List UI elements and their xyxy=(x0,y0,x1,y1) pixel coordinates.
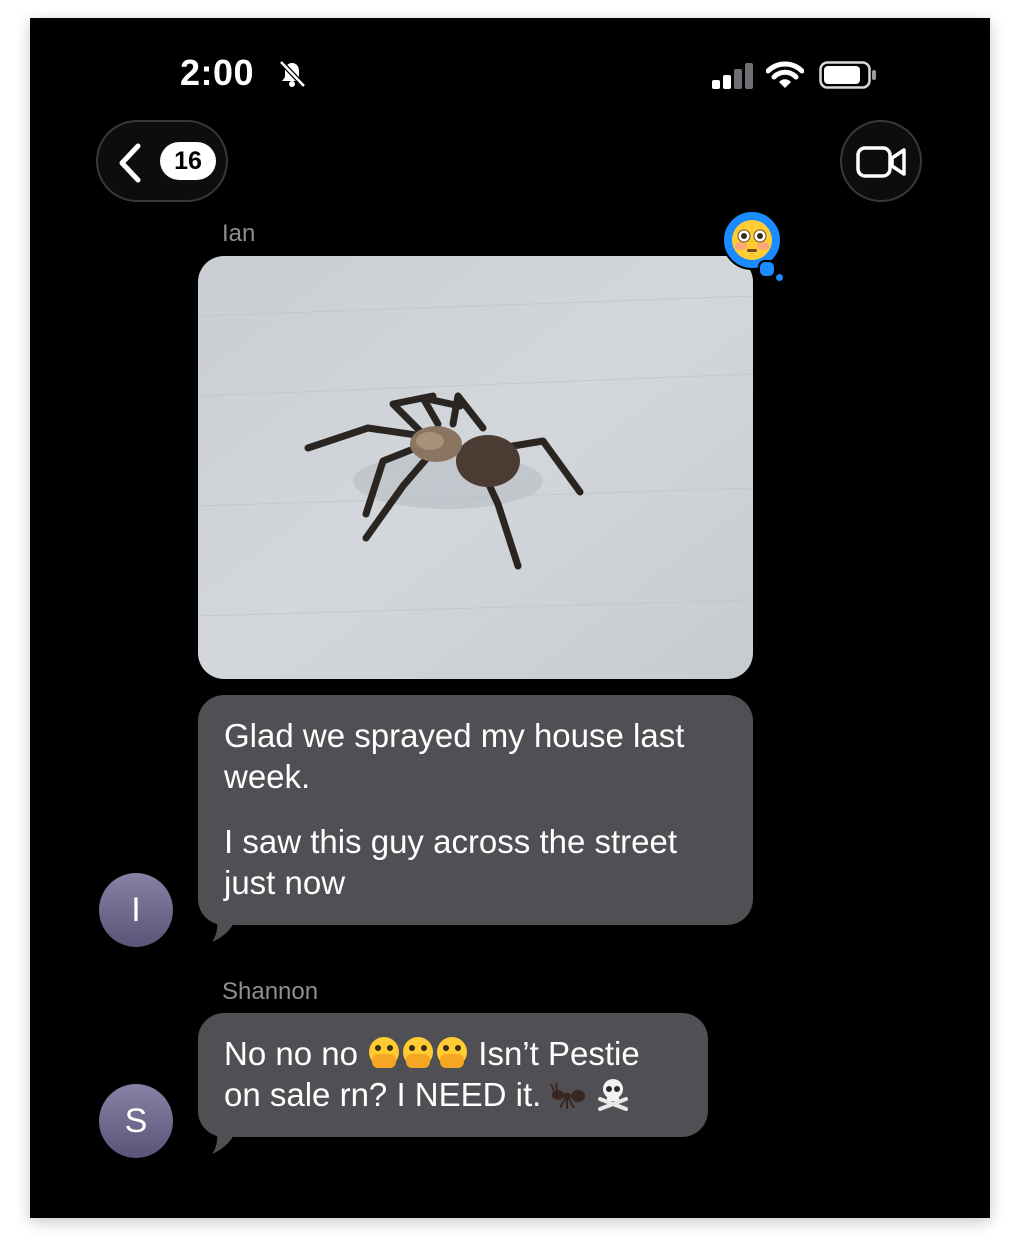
message-text: No no no Isn’t Pestie xyxy=(224,1033,682,1074)
ant-emoji-icon xyxy=(550,1082,586,1109)
chevron-left-icon xyxy=(119,143,141,183)
message-bubble-shannon[interactable]: No no no Isn’t Pestie on sale rn? I NEED… xyxy=(198,1013,708,1137)
face-with-open-eyes-and-hand-over-mouth-emoji-icon xyxy=(403,1037,434,1068)
back-button[interactable]: 16 xyxy=(96,120,228,202)
avatar-shannon[interactable]: S xyxy=(99,1084,173,1158)
message-paragraph: Glad we sprayed my house last week. xyxy=(224,717,685,795)
video-call-button[interactable] xyxy=(840,120,922,202)
video-camera-icon xyxy=(856,146,906,178)
bubble-tail xyxy=(212,1126,238,1154)
sender-name-ian: Ian xyxy=(222,220,256,247)
bell-slash-icon xyxy=(279,60,306,88)
flushed-face-emoji-icon xyxy=(732,220,772,260)
cellular-signal-icon xyxy=(712,63,753,89)
status-time: 2:00 xyxy=(180,52,255,93)
message-text-part: Isn’t Pestie xyxy=(478,1035,640,1072)
tapback-reaction[interactable] xyxy=(722,210,790,288)
face-with-open-eyes-and-hand-over-mouth-emoji-icon xyxy=(369,1037,400,1068)
unread-count-badge: 16 xyxy=(160,142,216,180)
spider-photo[interactable] xyxy=(198,256,753,679)
message-text-part: on sale rn? I NEED it. xyxy=(224,1076,542,1113)
message-bubble-ian[interactable]: Glad we sprayed my house last week. I sa… xyxy=(198,695,753,925)
message-paragraph: I saw this guy across the street just no… xyxy=(224,823,678,901)
message-text-part: No no no xyxy=(224,1035,358,1072)
battery-icon xyxy=(819,61,876,89)
message-text: on sale rn? I NEED it. xyxy=(224,1074,682,1115)
bubble-tail xyxy=(212,914,238,942)
avatar-ian[interactable]: I xyxy=(99,873,173,947)
wifi-icon xyxy=(766,61,804,88)
messages-screen: 2:00 16 Ian Glad we sprayed my house las… xyxy=(30,18,990,1218)
face-with-open-eyes-and-hand-over-mouth-emoji-icon xyxy=(437,1037,468,1068)
sender-name-shannon: Shannon xyxy=(222,978,319,1005)
skull-and-crossbones-emoji-icon xyxy=(597,1079,628,1111)
